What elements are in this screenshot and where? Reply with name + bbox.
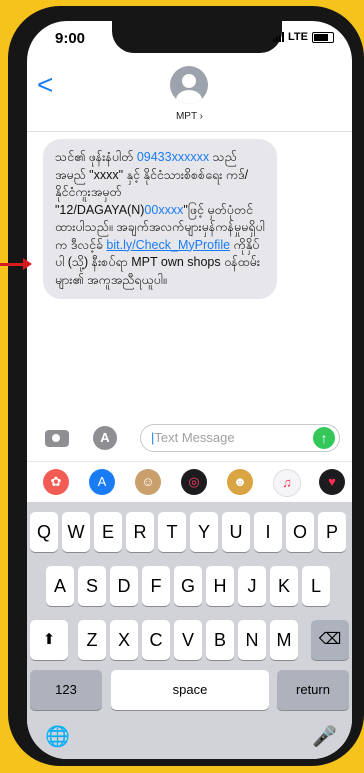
animoji-icon[interactable]: ☻	[227, 469, 253, 495]
key-v[interactable]: V	[174, 620, 202, 660]
camera-icon[interactable]	[45, 430, 69, 447]
key-g[interactable]: G	[174, 566, 202, 606]
contact-name[interactable]: MPT ›	[27, 111, 352, 122]
app-store-icon[interactable]: A	[89, 469, 115, 495]
screen: 9:00 LTE < MPT › သင်၏ ဖုန်းနံပါတ် 09433x…	[27, 21, 352, 759]
key-z[interactable]: Z	[78, 620, 106, 660]
key-i[interactable]: I	[254, 512, 282, 552]
message-input[interactable]: |Text Message ↑	[140, 424, 340, 452]
key-e[interactable]: E	[94, 512, 122, 552]
heart-icon[interactable]: ♥	[319, 469, 345, 495]
message-placeholder: Text Message	[154, 430, 235, 445]
app-drawer-strip: ✿ A ☺ ◎ ☻ ♫ ♥	[27, 461, 352, 502]
numbers-key[interactable]: 123	[30, 670, 102, 710]
music-icon[interactable]: ♫	[273, 469, 301, 497]
app-store-button-icon[interactable]: A	[93, 426, 117, 450]
status-icons: LTE	[273, 31, 334, 43]
key-f[interactable]: F	[142, 566, 170, 606]
red-arrowhead-icon	[23, 258, 32, 270]
battery-icon	[312, 31, 334, 43]
profile-link[interactable]: bit.ly/Check_MyProfile	[106, 238, 230, 252]
key-h[interactable]: H	[206, 566, 234, 606]
status-time: 9:00	[55, 30, 86, 47]
contact-avatar[interactable]	[170, 66, 208, 104]
key-r[interactable]: R	[126, 512, 154, 552]
key-q[interactable]: Q	[30, 512, 58, 552]
avatar-head-icon	[182, 74, 196, 88]
key-w[interactable]: W	[62, 512, 90, 552]
key-p[interactable]: P	[318, 512, 346, 552]
shift-key[interactable]: ⬆	[30, 620, 68, 660]
key-l[interactable]: L	[302, 566, 330, 606]
key-b[interactable]: B	[206, 620, 234, 660]
return-key[interactable]: return	[277, 670, 349, 710]
phone-number-link[interactable]: 09433xxxxxx	[137, 150, 209, 164]
message-text-1: သင်၏ ဖုန်းနံပါတ်	[55, 150, 137, 164]
network-label: LTE	[288, 31, 308, 43]
id-number-link[interactable]: 00xxxx	[144, 203, 183, 217]
key-c[interactable]: C	[142, 620, 170, 660]
send-arrow-icon[interactable]: ↑	[313, 427, 335, 449]
message-bubble: သင်၏ ဖုန်းနံပါတ် 09433xxxxxx သည် အမည် "x…	[43, 139, 277, 299]
delete-key-icon[interactable]: ⌫	[311, 620, 349, 660]
key-j[interactable]: J	[238, 566, 266, 606]
key-o[interactable]: O	[286, 512, 314, 552]
back-chevron-icon[interactable]: <	[37, 71, 53, 99]
header-divider	[27, 131, 352, 132]
memoji-icon[interactable]: ☺	[135, 469, 161, 495]
avatar-body-icon	[176, 90, 202, 104]
key-t[interactable]: T	[158, 512, 186, 552]
key-s[interactable]: S	[78, 566, 106, 606]
key-y[interactable]: Y	[190, 512, 218, 552]
activity-icon[interactable]: ◎	[181, 469, 207, 495]
keyboard: Q W E R T Y U I O P A S D F G H J K L ⬆ …	[27, 502, 352, 759]
message-composer: A |Text Message ↑	[27, 421, 352, 455]
microphone-icon[interactable]: 🎤	[312, 724, 337, 749]
key-d[interactable]: D	[110, 566, 138, 606]
notch	[112, 21, 282, 53]
signal-icon	[273, 32, 285, 42]
key-k[interactable]: K	[270, 566, 298, 606]
key-a[interactable]: A	[46, 566, 74, 606]
space-key[interactable]: space	[111, 670, 269, 710]
key-x[interactable]: X	[110, 620, 138, 660]
photos-icon[interactable]: ✿	[43, 469, 69, 495]
globe-icon[interactable]: 🌐	[45, 724, 70, 749]
phone-frame: 9:00 LTE < MPT › သင်၏ ဖုန်းနံပါတ် 09433x…	[8, 6, 364, 766]
key-u[interactable]: U	[222, 512, 250, 552]
key-n[interactable]: N	[238, 620, 266, 660]
key-m[interactable]: M	[270, 620, 298, 660]
